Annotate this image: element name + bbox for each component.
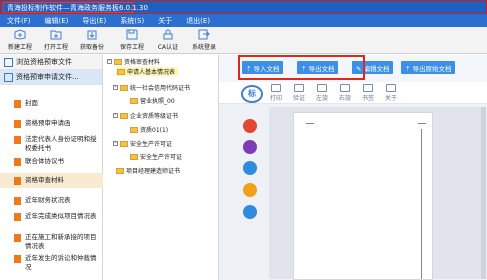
sidebar-item-ongoing-projects[interactable]: 正在施工和新承接的项目情况表 <box>0 233 98 251</box>
document-viewer: ⇡ 导入文档 ⇡ 导出文档 ✎ 编辑文档 ⇡ 导出原始文档 打印 验证 左旋 右旋 书签… <box>219 55 487 280</box>
file-icon <box>14 176 21 185</box>
file-icon <box>14 213 21 221</box>
collapse-icon: - <box>113 112 118 118</box>
selection-highlight <box>238 55 365 80</box>
file-icon <box>14 100 21 108</box>
rotate-right-button[interactable]: 右旋 <box>333 84 357 102</box>
folder-icon <box>116 167 124 174</box>
sidebar-item-legal-rep[interactable]: 法定代表人身份证明和授权委托书 <box>0 135 98 153</box>
menu-file[interactable]: 文件(F) <box>0 16 38 26</box>
ca-cert-icon <box>163 29 173 40</box>
tree-node-applicant-info[interactable]: 申请人基本情况表 <box>116 67 179 76</box>
folder-icon <box>120 84 128 91</box>
app-title: 青海投标制作软件—青海政务服务板6.0.1.30 <box>7 4 148 12</box>
page-margin-line <box>421 129 422 279</box>
folder-icon <box>130 97 138 104</box>
folder-icon <box>130 126 138 133</box>
login-icon <box>198 29 210 40</box>
left-sidebar: 浏览资格预审文件 资格预审申请文件... 封面 资格预审申请函 法定代表人身份证… <box>0 55 103 280</box>
about-icon <box>386 84 396 92</box>
file-icon <box>14 234 21 242</box>
new-project-button[interactable]: 新建工程 <box>2 28 38 53</box>
file-icon <box>14 158 21 166</box>
viewer-toolbar: ⇡ 导入文档 ⇡ 导出文档 ✎ 编辑文档 ⇡ 导出原始文档 <box>219 55 487 82</box>
tree-node-qualification-cert[interactable]: - 企业资质等级证书 <box>113 111 178 120</box>
document-page <box>293 112 433 280</box>
main-toolbar: 新建工程 打开工程 获取备份 保存工程 CA认证 系统登录 <box>0 27 487 54</box>
bookmark-panel-icon[interactable] <box>243 161 257 175</box>
folder-icon <box>120 140 128 147</box>
vertical-scrollbar[interactable] <box>481 107 486 279</box>
backup-button[interactable]: 获取备份 <box>74 28 110 53</box>
annotation-icon[interactable] <box>243 183 257 197</box>
tree-node-safety-license[interactable]: - 安全生产许可证 <box>113 139 172 148</box>
rotate-right-icon <box>340 84 350 92</box>
document-icon <box>4 57 13 67</box>
folder-icon <box>130 153 138 160</box>
rotate-left-icon <box>317 84 327 92</box>
tree-node-business-license[interactable]: 营业执照_00 <box>130 96 175 105</box>
backup-icon <box>87 30 97 40</box>
verify-icon <box>294 84 304 92</box>
tree-node-pm-certificate[interactable]: 项目经理建造师证书 <box>116 166 180 175</box>
sidebar-item-application-letter[interactable]: 资格预审申请函 <box>0 119 103 128</box>
verify-button[interactable]: 验证 <box>287 84 311 102</box>
collapse-icon: - <box>107 58 112 64</box>
grid-icon[interactable] <box>243 140 257 154</box>
menu-bar: 文件(F) 编辑(E) 导出(E) 系统(S) 关于 退出(E) <box>0 14 487 27</box>
menu-system[interactable]: 系统(S) <box>113 16 151 26</box>
document-icon <box>4 72 13 82</box>
sidebar-item-consortium[interactable]: 联合体协议书 <box>0 157 103 166</box>
folder-icon <box>114 58 122 65</box>
print-icon <box>271 84 281 92</box>
collapse-icon: - <box>113 84 118 90</box>
tree-node-root[interactable]: - 资格审查材料 <box>107 57 160 66</box>
menu-about[interactable]: 关于 <box>151 16 179 26</box>
file-icon <box>14 120 21 128</box>
folder-icon <box>120 112 128 119</box>
save-icon <box>126 29 138 40</box>
tree-node-qualification-file[interactable]: 资质01(1) <box>130 125 168 134</box>
search-icon[interactable] <box>243 205 257 219</box>
export-original-icon: ⇡ <box>405 65 411 73</box>
thumbnail-icon[interactable] <box>243 119 257 133</box>
collapse-icon: - <box>113 140 118 146</box>
new-project-icon <box>14 29 26 40</box>
file-icon <box>14 136 21 144</box>
system-login-button[interactable]: 系统登录 <box>186 28 222 53</box>
export-original-button[interactable]: ⇡ 导出原始文档 <box>401 61 456 74</box>
rotate-left-button[interactable]: 左旋 <box>310 84 334 102</box>
menu-exit[interactable]: 退出(E) <box>179 16 217 26</box>
file-icon <box>14 197 21 205</box>
bookmark-button[interactable]: 书签 <box>356 84 380 102</box>
sidebar-item-qualification[interactable]: 资格审查材料 <box>0 173 103 188</box>
ca-auth-button[interactable]: CA认证 <box>150 28 186 53</box>
section-prequal-application[interactable]: 资格预审申请文件... <box>0 70 102 85</box>
about-button[interactable]: 关于 <box>379 84 403 102</box>
page-corner-mark <box>418 123 426 124</box>
reader-logo: 标 <box>241 85 263 103</box>
open-project-button[interactable]: 打开工程 <box>38 28 74 53</box>
folder-icon <box>117 68 125 75</box>
title-bar: 青海投标制作软件—青海政务服务板6.0.1.30 <box>0 0 487 14</box>
tree-node-safety-license-file[interactable]: 安全生产许可证 <box>130 152 182 161</box>
open-project-icon <box>50 30 62 40</box>
menu-export[interactable]: 导出(E) <box>75 16 113 26</box>
bookmark-icon <box>363 84 373 92</box>
sidebar-item-similar-projects[interactable]: 近年完成类似项目情况表 <box>0 212 98 221</box>
sidebar-item-financial[interactable]: 近年财务状况表 <box>0 196 103 205</box>
section-browse-prequal[interactable]: 浏览资格预审文件 <box>0 55 102 70</box>
document-tree: - 资格审查材料 申请人基本情况表 - 统一社会信用代码证书 营业执照_00 -… <box>104 55 219 280</box>
print-button[interactable]: 打印 <box>264 84 288 102</box>
file-icon <box>14 255 21 263</box>
save-project-button[interactable]: 保存工程 <box>114 28 150 53</box>
page-corner-mark <box>306 123 314 124</box>
sidebar-item-cover[interactable]: 封面 <box>0 99 103 108</box>
sidebar-item-litigation[interactable]: 近年发生的诉讼和仲裁情况 <box>0 254 98 272</box>
tree-node-credit-code[interactable]: - 统一社会信用代码证书 <box>113 83 190 92</box>
menu-edit[interactable]: 编辑(E) <box>38 16 76 26</box>
